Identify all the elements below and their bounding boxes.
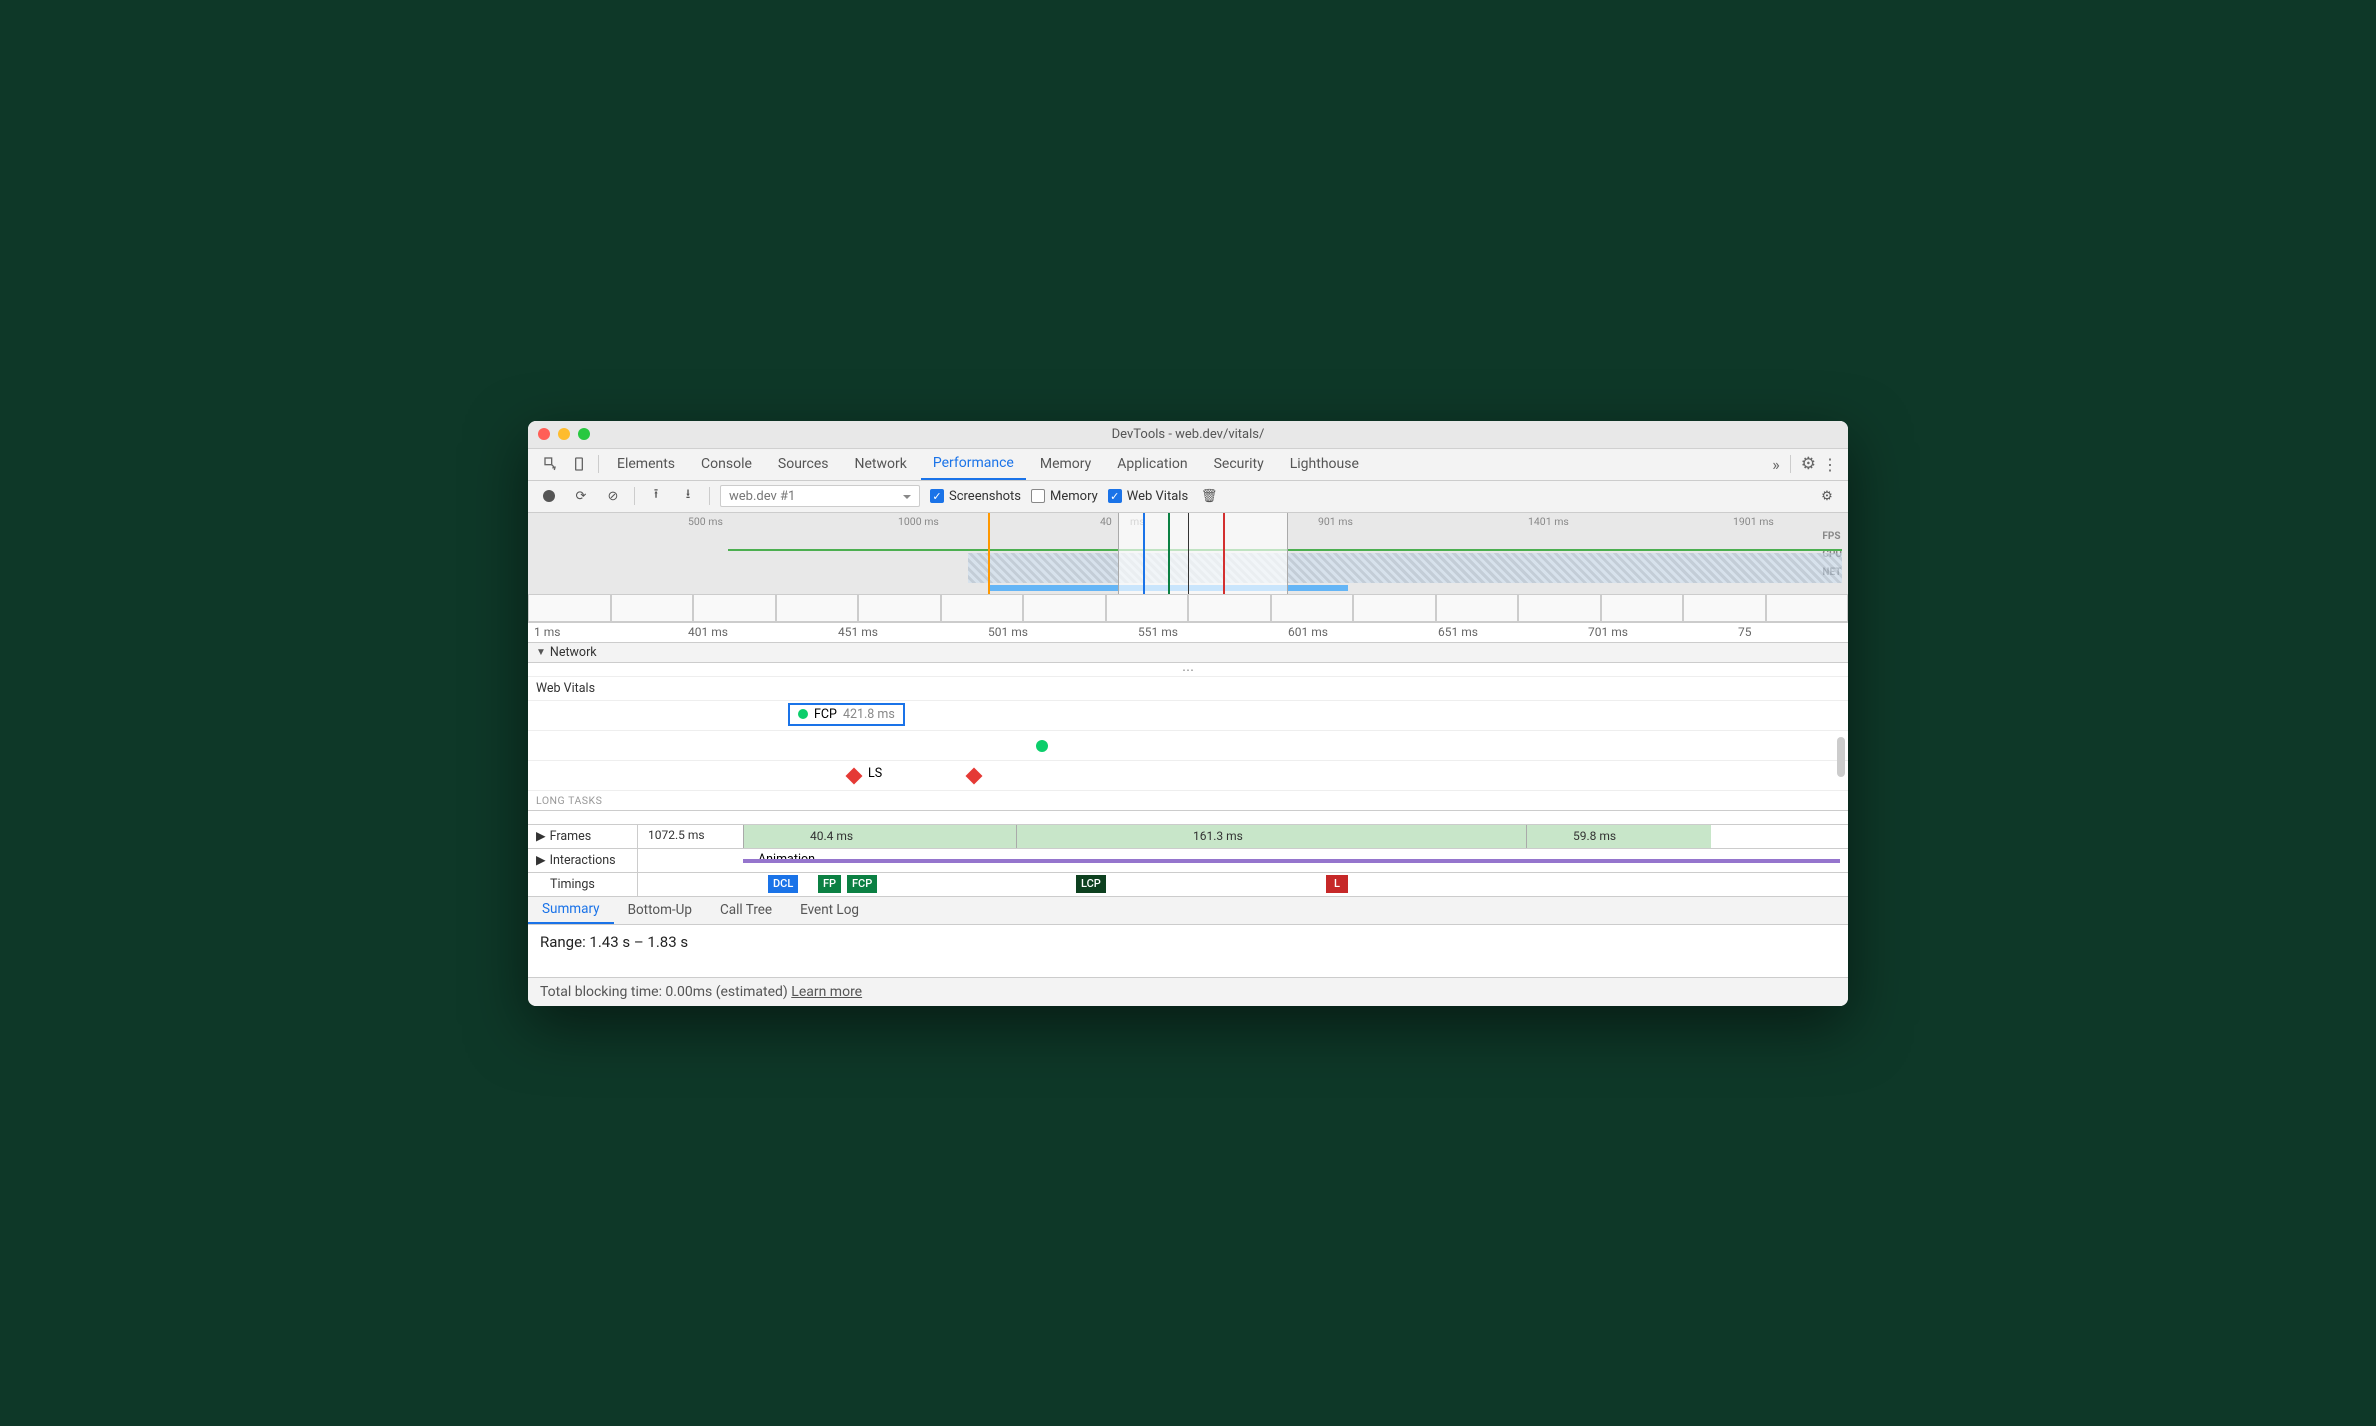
- ov-tick: 901 ms: [1318, 515, 1353, 528]
- memory-label: Memory: [1050, 489, 1098, 504]
- timing-fcp[interactable]: FCP: [847, 875, 877, 893]
- tab-network[interactable]: Network: [843, 448, 919, 480]
- clear-icon[interactable]: ⊘: [602, 485, 624, 507]
- animation-bar[interactable]: [743, 859, 1840, 863]
- dtab-calltree[interactable]: Call Tree: [706, 897, 786, 924]
- collapsed-indicator[interactable]: ⋯: [528, 663, 1848, 677]
- timing-lcp[interactable]: LCP: [1076, 875, 1106, 893]
- webvitals-label: Web Vitals: [1127, 489, 1188, 504]
- scrollbar[interactable]: [1837, 737, 1845, 777]
- wv-row-ls: LS: [528, 761, 1848, 791]
- ov-tick: 500 ms: [688, 515, 723, 528]
- tab-console[interactable]: Console: [689, 448, 764, 480]
- tab-sources[interactable]: Sources: [766, 448, 841, 480]
- reload-icon[interactable]: ⟳: [570, 485, 592, 507]
- recording-select[interactable]: web.dev #1: [720, 485, 920, 507]
- webvitals-checkbox[interactable]: [1108, 489, 1122, 503]
- titlebar: DevTools - web.dev/vitals/: [528, 421, 1848, 449]
- zoom-icon[interactable]: [578, 428, 590, 440]
- ls-marker[interactable]: [846, 767, 863, 784]
- tab-application[interactable]: Application: [1105, 448, 1199, 480]
- chevron-right-icon[interactable]: ▶: [536, 852, 546, 868]
- minimize-icon[interactable]: [558, 428, 570, 440]
- tab-memory[interactable]: Memory: [1028, 448, 1103, 480]
- time-ruler[interactable]: 1 ms 401 ms 451 ms 501 ms 551 ms 601 ms …: [528, 623, 1848, 643]
- dtab-eventlog[interactable]: Event Log: [786, 897, 873, 924]
- upload-icon[interactable]: ⭱: [645, 485, 667, 507]
- device-icon[interactable]: [566, 456, 592, 472]
- download-icon[interactable]: ⭳: [677, 485, 699, 507]
- chevron-right-icon[interactable]: ▶: [536, 828, 546, 844]
- frames-track: ▶Frames 1072.5 ms 40.4 ms 161.3 ms 59.8 …: [528, 825, 1848, 849]
- devtools-tabs: Elements Console Sources Network Perform…: [528, 449, 1848, 481]
- dtab-bottomup[interactable]: Bottom-Up: [614, 897, 706, 924]
- wv-row-fcp: FCP 421.8 ms: [528, 701, 1848, 731]
- chevron-down-icon: ▼: [536, 647, 546, 658]
- network-section-head[interactable]: ▼Network: [528, 643, 1848, 663]
- dtab-summary[interactable]: Summary: [528, 897, 614, 924]
- tab-elements[interactable]: Elements: [605, 448, 687, 480]
- perf-toolbar: ⟳ ⊘ ⭱ ⭳ web.dev #1 Screenshots Memory We…: [528, 481, 1848, 513]
- overview-screenshots: [528, 594, 1848, 622]
- tab-security[interactable]: Security: [1202, 448, 1276, 480]
- window-title: DevTools - web.dev/vitals/: [1112, 427, 1265, 442]
- settings-gear-icon[interactable]: ⚙: [1816, 485, 1838, 507]
- record-icon[interactable]: [538, 485, 560, 507]
- timing-fp[interactable]: FP: [818, 875, 841, 893]
- longtasks-label: LONG TASKS: [528, 791, 1848, 811]
- gear-icon[interactable]: ⚙: [1801, 454, 1816, 474]
- memory-checkbox[interactable]: [1031, 489, 1045, 503]
- ov-tick: 1401 ms: [1528, 515, 1569, 528]
- kebab-icon[interactable]: ⋮: [1822, 455, 1838, 474]
- trash-icon[interactable]: 🗑: [1198, 485, 1220, 507]
- detail-tabs: Summary Bottom-Up Call Tree Event Log: [528, 897, 1848, 925]
- learn-more-link[interactable]: Learn more: [791, 984, 862, 1000]
- ov-tick: 1901 ms: [1733, 515, 1774, 528]
- inspect-icon[interactable]: [538, 456, 564, 472]
- range-text: Range: 1.43 s – 1.83 s: [528, 925, 1848, 959]
- good-dot-icon: [798, 709, 808, 719]
- fcp-marker[interactable]: FCP 421.8 ms: [788, 703, 905, 726]
- ls-marker[interactable]: [966, 767, 983, 784]
- wv-row-lcp: [528, 731, 1848, 761]
- more-tabs-icon[interactable]: »: [1772, 455, 1780, 474]
- tab-performance[interactable]: Performance: [921, 448, 1026, 480]
- screenshots-checkbox[interactable]: [930, 489, 944, 503]
- overview-chart[interactable]: 500 ms 1000 ms 40 ms 901 ms 1401 ms 1901…: [528, 513, 1848, 623]
- lcp-marker[interactable]: [1036, 740, 1048, 752]
- ov-tick: 1000 ms: [898, 515, 939, 528]
- ov-tick: 40: [1100, 515, 1112, 528]
- interactions-track: ▶Interactions Animation: [528, 849, 1848, 873]
- screenshots-label: Screenshots: [949, 489, 1021, 504]
- timing-l[interactable]: L: [1326, 875, 1348, 893]
- footer: Total blocking time: 0.00ms (estimated) …: [528, 977, 1848, 1006]
- tab-lighthouse[interactable]: Lighthouse: [1278, 448, 1371, 480]
- timing-dcl[interactable]: DCL: [768, 875, 798, 893]
- webvitals-head: Web Vitals: [528, 677, 1848, 701]
- close-icon[interactable]: [538, 428, 550, 440]
- timings-track: Timings DCL FP FCP LCP L: [528, 873, 1848, 897]
